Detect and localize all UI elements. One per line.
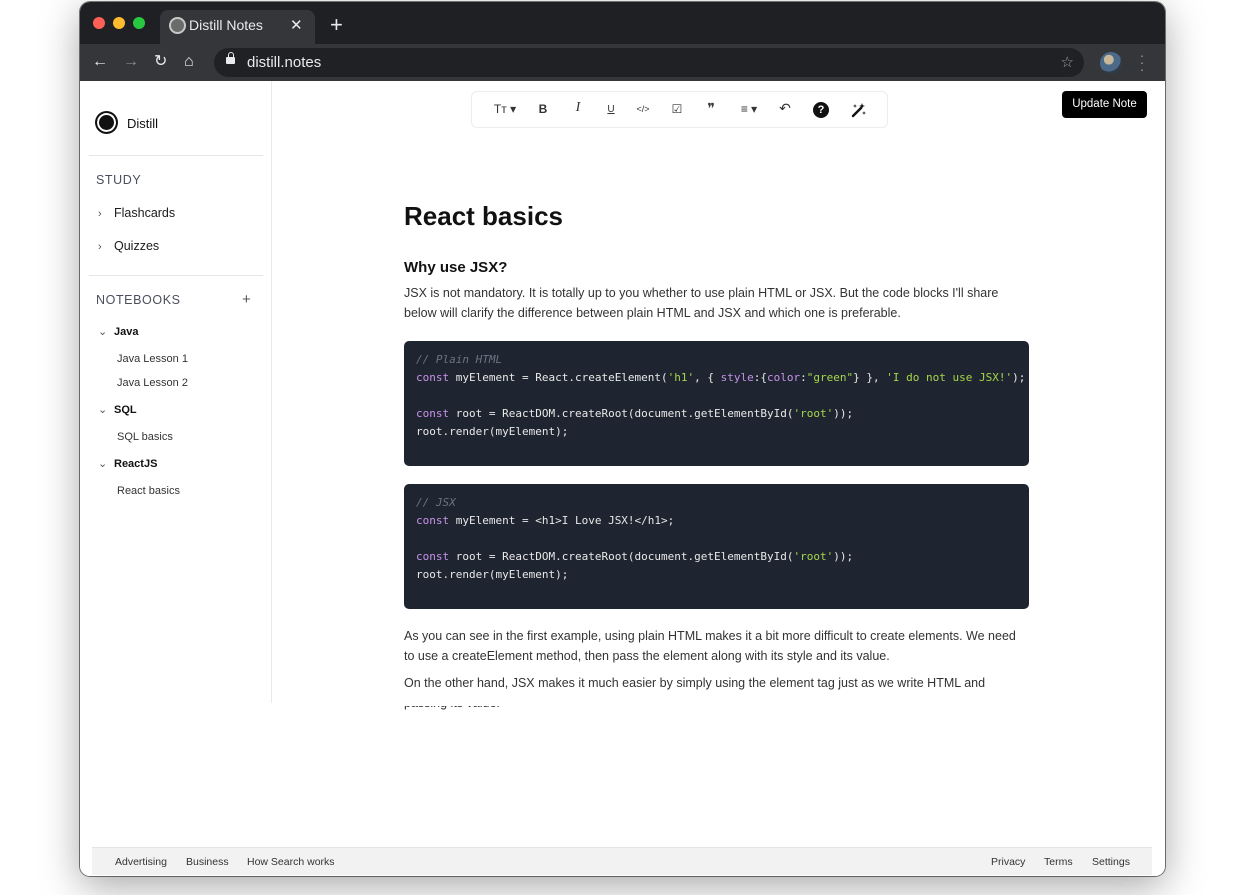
distill-app: Distill STUDY › Flashcards › Quizzes NOT… bbox=[80, 81, 1165, 876]
divider bbox=[89, 155, 263, 156]
code-comment: // Plain HTML bbox=[416, 353, 503, 366]
note-title[interactable]: React basics bbox=[404, 196, 1029, 236]
chevron-right-icon: › bbox=[98, 241, 102, 253]
tab-title: Distill Notes bbox=[189, 17, 263, 33]
divider bbox=[89, 275, 263, 276]
notebook-java[interactable]: Java bbox=[114, 326, 138, 338]
brand-name: Distill bbox=[127, 116, 159, 131]
lock-icon bbox=[226, 52, 235, 64]
chevron-right-icon: › bbox=[98, 208, 102, 220]
help-icon[interactable]: ? bbox=[813, 102, 829, 118]
quote-button[interactable]: ❞ bbox=[700, 100, 722, 117]
sidebar: Distill STUDY › Flashcards › Quizzes NOT… bbox=[80, 81, 272, 703]
browser-window: Distill Notes ✕ + ← → ↻ ⌂ distill.notes … bbox=[80, 2, 1165, 876]
code-block-plain-html[interactable]: // Plain HTML const myElement = React.cr… bbox=[404, 341, 1029, 466]
tab-close-icon[interactable]: ✕ bbox=[290, 16, 303, 34]
intro-paragraph[interactable]: JSX is not mandatory. It is totally up t… bbox=[404, 284, 1029, 323]
checklist-button[interactable]: ☑ bbox=[666, 102, 688, 116]
chevron-down-icon[interactable]: ⌄ bbox=[98, 457, 107, 470]
formatting-toolbar: Tт ▾ B I U </> ☑ ❞ ≡ ▾ ↶ ? bbox=[471, 91, 888, 128]
url-text: distill.notes bbox=[247, 54, 322, 71]
home-icon[interactable]: ⌂ bbox=[184, 53, 194, 71]
browser-toolbar: ← → ↻ ⌂ distill.notes ☆ · · · bbox=[80, 44, 1165, 81]
text-size-button[interactable]: Tт ▾ bbox=[490, 102, 520, 116]
italic-button[interactable]: I bbox=[567, 100, 589, 116]
note-java-lesson-1[interactable]: Java Lesson 1 bbox=[117, 353, 188, 365]
add-notebook-icon[interactable]: + bbox=[242, 291, 251, 308]
back-icon[interactable]: ← bbox=[92, 53, 108, 71]
note-heading[interactable]: Why use JSX? bbox=[404, 256, 1029, 280]
footer-link-settings[interactable]: Settings bbox=[1092, 856, 1130, 868]
undo-button[interactable]: ↶ bbox=[774, 100, 796, 117]
update-note-button[interactable]: Update Note bbox=[1062, 91, 1147, 118]
sidebar-item-quizzes[interactable]: Quizzes bbox=[114, 239, 159, 253]
new-tab-icon[interactable]: + bbox=[330, 12, 343, 38]
code-block-jsx[interactable]: // JSX const myElement = <h1>I Love JSX!… bbox=[404, 484, 1029, 609]
footer-link-business[interactable]: Business bbox=[186, 856, 229, 868]
reload-icon[interactable]: ↻ bbox=[154, 53, 167, 71]
forward-icon[interactable]: → bbox=[123, 53, 139, 71]
note-react-basics[interactable]: React basics bbox=[117, 485, 180, 497]
tab-strip: Distill Notes ✕ + bbox=[80, 2, 1165, 44]
study-section-title: STUDY bbox=[96, 173, 142, 187]
underline-button[interactable]: U bbox=[600, 104, 622, 115]
paragraph-3[interactable]: On the other hand, JSX makes it much eas… bbox=[404, 674, 1029, 713]
footer-link-advertising[interactable]: Advertising bbox=[115, 856, 167, 868]
bookmark-star-icon[interactable]: ☆ bbox=[1061, 53, 1074, 71]
minimize-window-button[interactable] bbox=[113, 17, 125, 29]
note-sql-basics[interactable]: SQL basics bbox=[117, 431, 173, 443]
notebooks-section-title: NOTEBOOKS bbox=[96, 293, 181, 307]
favicon-icon bbox=[169, 17, 186, 34]
paragraph-2[interactable]: As you can see in the first example, usi… bbox=[404, 627, 1029, 666]
chevron-down-icon[interactable]: ⌄ bbox=[98, 325, 107, 338]
code-comment: // JSX bbox=[416, 496, 456, 509]
editor-area: Tт ▾ B I U </> ☑ ❞ ≡ ▾ ↶ ? Update Note R… bbox=[272, 81, 1165, 876]
note-java-lesson-2[interactable]: Java Lesson 2 bbox=[117, 377, 188, 389]
close-window-button[interactable] bbox=[93, 17, 105, 29]
sidebar-item-flashcards[interactable]: Flashcards bbox=[114, 206, 175, 220]
align-button[interactable]: ≡ ▾ bbox=[734, 102, 764, 116]
chevron-down-icon[interactable]: ⌄ bbox=[98, 403, 107, 416]
more-menu-icon[interactable]: · · · bbox=[1138, 48, 1146, 76]
magic-wand-icon[interactable] bbox=[850, 102, 867, 119]
notebook-reactjs[interactable]: ReactJS bbox=[114, 458, 157, 470]
content-clip bbox=[404, 696, 1029, 706]
footer-link-how-search-works[interactable]: How Search works bbox=[247, 856, 335, 868]
bold-button[interactable]: B bbox=[532, 102, 554, 116]
page-footer: Advertising Business How Search works Pr… bbox=[92, 847, 1152, 875]
browser-tab[interactable]: Distill Notes ✕ bbox=[160, 10, 315, 44]
profile-avatar[interactable] bbox=[1100, 52, 1122, 74]
note-document[interactable]: React basics Why use JSX? JSX is not man… bbox=[404, 196, 1029, 713]
notebook-sql[interactable]: SQL bbox=[114, 404, 137, 416]
code-button[interactable]: </> bbox=[632, 104, 654, 114]
footer-link-privacy[interactable]: Privacy bbox=[991, 856, 1025, 868]
maximize-window-button[interactable] bbox=[133, 17, 145, 29]
address-bar[interactable]: distill.notes ☆ bbox=[214, 48, 1084, 77]
distill-logo-icon bbox=[95, 111, 118, 134]
footer-link-terms[interactable]: Terms bbox=[1044, 856, 1073, 868]
